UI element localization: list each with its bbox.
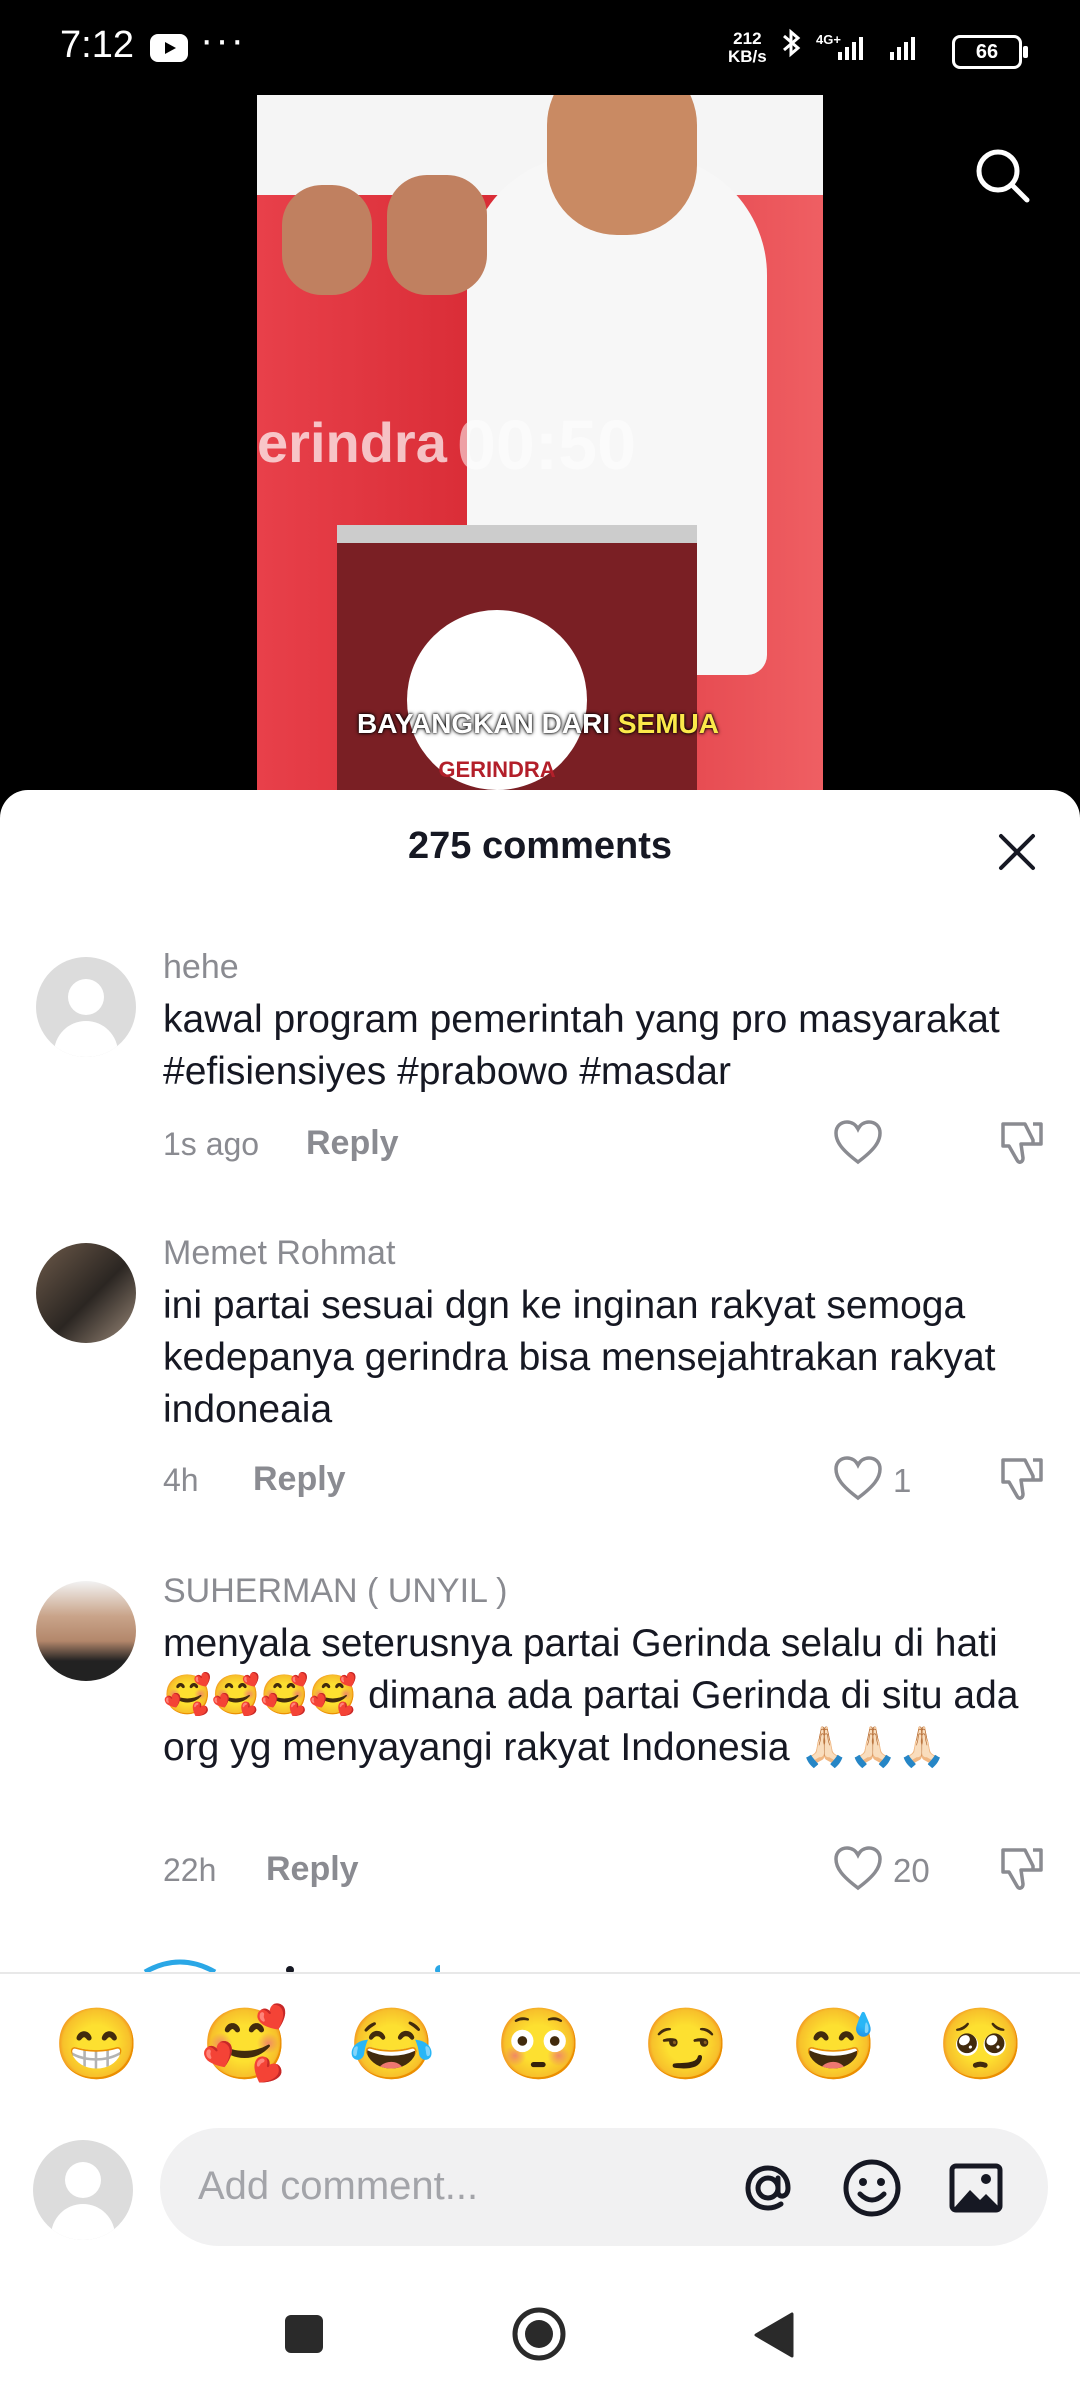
reply-button[interactable]: Reply	[306, 1124, 399, 1163]
reply-button[interactable]: Reply	[253, 1460, 346, 1499]
heart-icon[interactable]	[832, 1118, 884, 1166]
back-button[interactable]	[752, 2310, 796, 2360]
emoji-icon[interactable]	[840, 2156, 904, 2220]
comment-text: menyala seterusnya partai Gerinda selalu…	[163, 1622, 1019, 1769]
avatar[interactable]	[36, 1581, 136, 1681]
emoji-hearts-button[interactable]: 🥰	[200, 1999, 290, 2089]
emoji-tears-of-joy-button[interactable]: 😂	[347, 1999, 437, 2089]
close-icon[interactable]	[995, 830, 1039, 874]
comment-time: 22h	[163, 1852, 217, 1888]
emoji-sweat-smile-button[interactable]: 😅	[789, 1999, 879, 2089]
caption-highlight: SEMUA	[617, 708, 719, 739]
status-bar: 7:12 ··· 212 KB/s 4G+ 66	[0, 0, 1080, 95]
emoji-grin-button[interactable]: 😁	[52, 1999, 142, 2089]
add-comment-placeholder: Add comment...	[198, 2164, 479, 2208]
like-count: 20	[893, 1852, 930, 1889]
dislike-icon[interactable]	[995, 1454, 1045, 1504]
comment-username[interactable]: Memet Rohmat	[163, 1234, 395, 1273]
net-speed-unit: KB/s	[728, 47, 767, 66]
divider	[0, 1972, 1080, 1974]
emoji-smirk-button[interactable]: 😏	[641, 1999, 731, 2089]
net-speed-value: 212	[733, 29, 762, 48]
comment-time: 4h	[163, 1462, 199, 1498]
next-comment-partial	[143, 1959, 440, 1972]
video-caption: BAYANGKAN DARI SEMUA	[357, 708, 719, 740]
comment-text: kawal program pemerintah yang pro masyar…	[163, 998, 1000, 1093]
like-count: 1	[893, 1462, 912, 1499]
bluetooth-signal-icon: 4G+	[783, 28, 915, 60]
avatar[interactable]	[36, 1243, 136, 1343]
emoji-pleading-button[interactable]: 🥺	[936, 1999, 1026, 2089]
reply-button[interactable]: Reply	[266, 1850, 359, 1889]
dislike-icon[interactable]	[995, 1844, 1045, 1894]
add-comment-input[interactable]: Add comment...	[160, 2128, 1048, 2246]
avatar[interactable]	[36, 957, 136, 1057]
recent-apps-button[interactable]	[285, 2315, 323, 2353]
more-notifications-icon: ···	[200, 18, 246, 62]
youtube-icon	[150, 34, 188, 62]
current-user-avatar	[33, 2140, 133, 2240]
signal-label: 4G+	[816, 32, 841, 47]
video-player[interactable]: GERINDRA erindra 00:50 BAYANGKAN DARI SE…	[257, 95, 823, 795]
home-button[interactable]	[510, 2305, 568, 2363]
comment-username[interactable]: hehe	[163, 948, 239, 987]
speaker-hand-right	[387, 175, 487, 295]
system-nav-bar	[0, 2270, 1080, 2400]
podium-logo-text: GERINDRA	[438, 757, 556, 782]
net-speed: 212 KB/s	[728, 30, 767, 66]
emoji-quick-bar: 😁 🥰 😂 😳 😏 😅 🥺	[0, 1999, 1080, 2099]
comment-text: ini partai sesuai dgn ke inginan rakyat …	[163, 1284, 996, 1431]
video-timer: 00:50	[457, 406, 637, 484]
caption-plain: BAYANGKAN DARI	[357, 708, 618, 739]
video-background-text: erindra	[257, 411, 447, 474]
comment-time: 1s ago	[163, 1126, 260, 1162]
speaker-hand-left	[282, 185, 372, 295]
search-icon[interactable]	[972, 145, 1032, 205]
heart-icon[interactable]	[832, 1454, 884, 1502]
heart-icon[interactable]	[832, 1844, 884, 1892]
battery-indicator: 66	[952, 35, 1028, 69]
comments-count-title: 275 comments	[407, 825, 672, 867]
speaker-head	[547, 95, 697, 235]
emoji-flushed-button[interactable]: 😳	[494, 1999, 584, 2089]
comment-username[interactable]: SUHERMAN ( UNYIL )	[163, 1572, 507, 1611]
dislike-icon[interactable]	[995, 1118, 1045, 1168]
image-icon[interactable]	[946, 2158, 1006, 2218]
status-time: 7:12	[60, 24, 134, 66]
at-icon[interactable]	[738, 2158, 798, 2218]
